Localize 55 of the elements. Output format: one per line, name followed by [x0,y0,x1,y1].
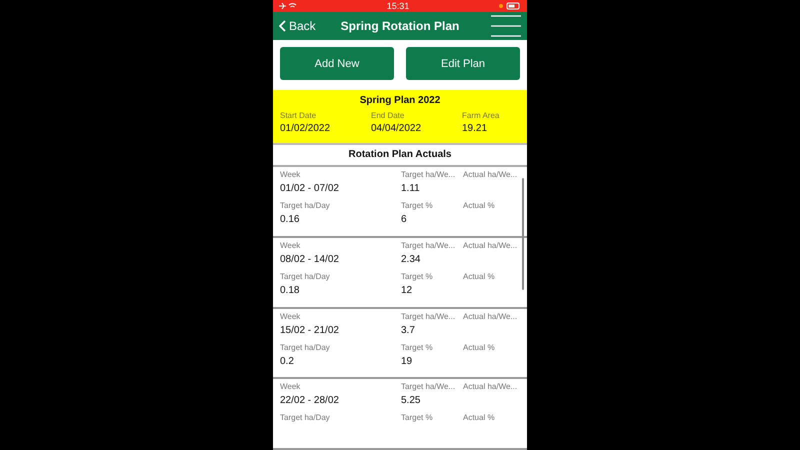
field-value: 2.34 [401,253,422,266]
field-value: 3.7 [401,324,416,337]
menu-icon [491,15,521,38]
field-label: Actual ha/We... [463,241,518,250]
field-label: End Date [371,111,406,120]
field-value: 1.11 [401,182,421,196]
action-button[interactable]: Edit Plan [406,47,520,80]
status-time: 15:31 [386,1,410,12]
field-value: 01/02/2022 [280,123,332,136]
field-label: Week [280,382,302,392]
field-label: Actual % [463,413,496,422]
action-button[interactable]: Add New [280,47,394,80]
field-label: Target ha/We... [401,312,456,321]
field-label: Week [280,241,302,250]
field-value: 5.25 [401,394,422,408]
field-value: 0.2 [280,354,295,368]
field-label: Week [280,170,302,180]
field-value: 19.21 [462,123,488,136]
field-label: Week [280,312,302,321]
field-value: 6 [401,213,408,226]
field-label: Target ha/Day [280,201,331,210]
field-label: Target ha/We... [401,382,456,392]
field-value: 08/02 - 14/02 [280,253,340,266]
section-title: Rotation Plan Actuals [273,145,527,168]
field-label: Target ha/We... [401,241,456,250]
field-value: 04/04/2022 [371,123,422,136]
field-value: 0.18 [280,284,300,297]
field-label: Actual % [463,342,496,352]
field-label: Target % [401,272,434,281]
chevron-left-icon [279,20,286,32]
field-label: Target % [401,201,434,210]
field-label: Actual % [463,201,496,210]
field-label: Target ha/Day [280,342,331,352]
field-label: Target % [401,342,434,352]
field-value: 19 [401,354,414,368]
field-label: Actual ha/We... [463,170,518,180]
field-value: 0.16 [280,213,300,226]
field-label: Actual % [463,272,496,281]
airplane-wifi-icon [279,2,297,10]
field-value: 12 [401,284,414,297]
field-value: 01/02 - 07/02 [280,182,340,196]
field-label: Target ha/Day [280,272,331,281]
field-label: Target ha/We... [401,170,456,180]
field-label: Farm Area [462,111,500,120]
field-label: Target ha/Day [280,413,331,422]
field-value: 22/02 - 28/02 [280,394,340,408]
back-button[interactable]: Back [279,19,339,34]
battery-icon [499,2,521,10]
plan-title: Spring Plan 2022 [358,95,442,106]
field-label: Start Date [280,111,318,120]
field-value: 15/02 - 21/02 [280,324,340,337]
page-title: Spring Rotation Plan [340,19,460,34]
field-label: Actual ha/We... [463,382,518,392]
field-label: Target % [401,413,434,422]
field-label: Actual ha/We... [463,312,518,321]
